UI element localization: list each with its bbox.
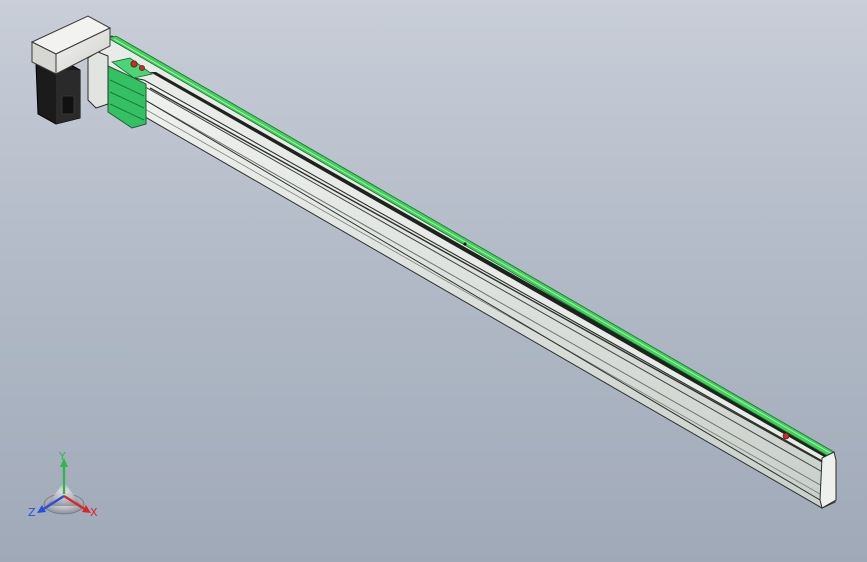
linear-module[interactable]: [30, 15, 837, 509]
cad-scene[interactable]: Y X Z: [0, 0, 867, 562]
carriage-marker[interactable]: [139, 65, 145, 71]
x-axis-label: X: [90, 506, 98, 519]
profile-groove-line: [139, 83, 827, 475]
profile-groove-line: [135, 103, 821, 495]
motor-connector[interactable]: [61, 95, 75, 115]
profile-groove-line: [117, 83, 821, 501]
profile-groove-line: [149, 87, 827, 465]
limit-sensor-marker[interactable]: [782, 432, 790, 440]
z-axis-label: Z: [28, 506, 36, 519]
rail-cover-strip[interactable]: [106, 35, 835, 457]
y-axis-label: Y: [58, 450, 66, 463]
graphics-viewport[interactable]: Y X Z: [0, 0, 867, 562]
end-cap[interactable]: [819, 451, 837, 509]
center-point-marker: [463, 242, 467, 246]
coordinate-triad[interactable]: Y X Z: [28, 450, 98, 519]
profile-slot: [150, 72, 830, 458]
drive-end-block[interactable]: [87, 51, 109, 109]
rail-cover-highlight: [113, 38, 833, 455]
carriage-marker[interactable]: [130, 60, 138, 68]
profile-groove-line: [137, 95, 823, 487]
